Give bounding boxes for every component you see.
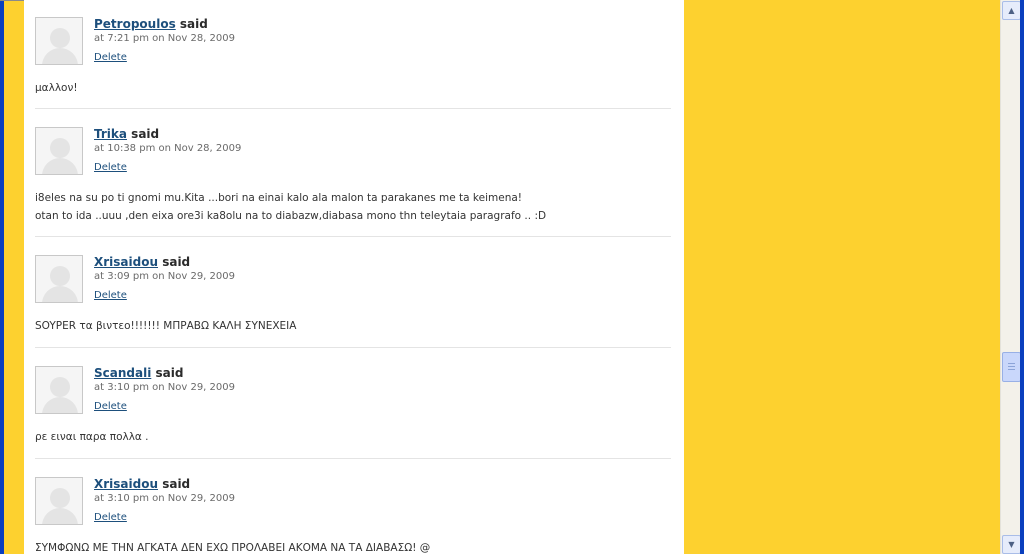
scroll-down-arrow-icon[interactable]: ▼: [1002, 535, 1021, 554]
comment-text-line: ΣΥΜΦΩΝΩ ΜΕ ΤΗΝ ΑΓΚΑΤΑ ΔΕΝ ΕΧΩ ΠΡΟΛΑΒΕΙ Α…: [35, 542, 431, 554]
delete-comment-link[interactable]: Delete: [94, 52, 127, 64]
comment-date: at 3:09 pm on Nov 29, 2009: [94, 271, 235, 282]
comments-section: Petropoulos said at 7:21 pm on Nov 28, 2…: [24, 0, 684, 554]
comment-text: ΣΥΜΦΩΝΩ ΜΕ ΤΗΝ ΑΓΚΑΤΑ ΔΕΝ ΕΧΩ ΠΡΟΛΑΒΕΙ Α…: [35, 539, 430, 554]
comment-text-line: μαλλον!: [35, 82, 78, 94]
comment-author-link[interactable]: Trika: [94, 127, 127, 141]
comment-separator: [35, 347, 671, 348]
comment-text: i8eles na su po ti gnomi mu.Kita ...bori…: [35, 189, 546, 225]
default-avatar-icon: [35, 366, 83, 414]
default-avatar-icon: [35, 127, 83, 175]
said-label: said: [162, 477, 191, 491]
comment-separator: [35, 458, 671, 459]
comment-date: at 7:21 pm on Nov 28, 2009: [94, 33, 235, 44]
comment-separator: [35, 236, 671, 237]
delete-comment-link[interactable]: Delete: [94, 401, 127, 413]
comment-text-line: SOYPER τα βιντεο!!!!!!! ΜΠΡΑΒΩ ΚΑΛΗ ΣΥΝΕ…: [35, 320, 297, 332]
comment-text: SOYPER τα βιντεο!!!!!!! ΜΠΡΑΒΩ ΚΑΛΗ ΣΥΝΕ…: [35, 317, 296, 335]
comment-date: at 3:10 pm on Nov 29, 2009: [94, 382, 235, 393]
comment-author-link[interactable]: Xrisaidou: [94, 255, 158, 269]
comment-date: at 10:38 pm on Nov 28, 2009: [94, 143, 242, 154]
said-label: said: [162, 255, 191, 269]
comment-text-line: otan to ida ..uuu ,den eixa ore3i ka8olu…: [35, 210, 547, 222]
said-label: said: [131, 127, 160, 141]
scrollbar-thumb[interactable]: [1002, 352, 1021, 382]
delete-comment-link[interactable]: Delete: [94, 512, 127, 524]
default-avatar-icon: [35, 255, 83, 303]
comment-separator: [35, 108, 671, 109]
comment-text-line: ρε ειναι παρα πολλα .: [35, 431, 149, 443]
comment-date: at 3:10 pm on Nov 29, 2009: [94, 493, 235, 504]
comment-text: μαλλον!: [35, 79, 78, 97]
delete-comment-link[interactable]: Delete: [94, 162, 127, 174]
said-label: said: [179, 17, 208, 31]
default-avatar-icon: [35, 17, 83, 65]
comment-author-link[interactable]: Scandali: [94, 366, 151, 380]
default-avatar-icon: [35, 477, 83, 525]
vertical-scrollbar[interactable]: ▲ ▼: [1000, 0, 1021, 554]
comment-author-link[interactable]: Petropoulos: [94, 17, 176, 31]
delete-comment-link[interactable]: Delete: [94, 290, 127, 302]
comment-text: ρε ειναι παρα πολλα .: [35, 428, 149, 446]
window-frame-right: [1020, 0, 1024, 554]
right-sidebar: [684, 0, 1000, 554]
comment-author-link[interactable]: Xrisaidou: [94, 477, 158, 491]
comment-text-line: i8eles na su po ti gnomi mu.Kita ...bori…: [35, 192, 522, 204]
left-page-margin: [4, 0, 24, 554]
scroll-up-arrow-icon[interactable]: ▲: [1002, 1, 1021, 20]
said-label: said: [155, 366, 184, 380]
